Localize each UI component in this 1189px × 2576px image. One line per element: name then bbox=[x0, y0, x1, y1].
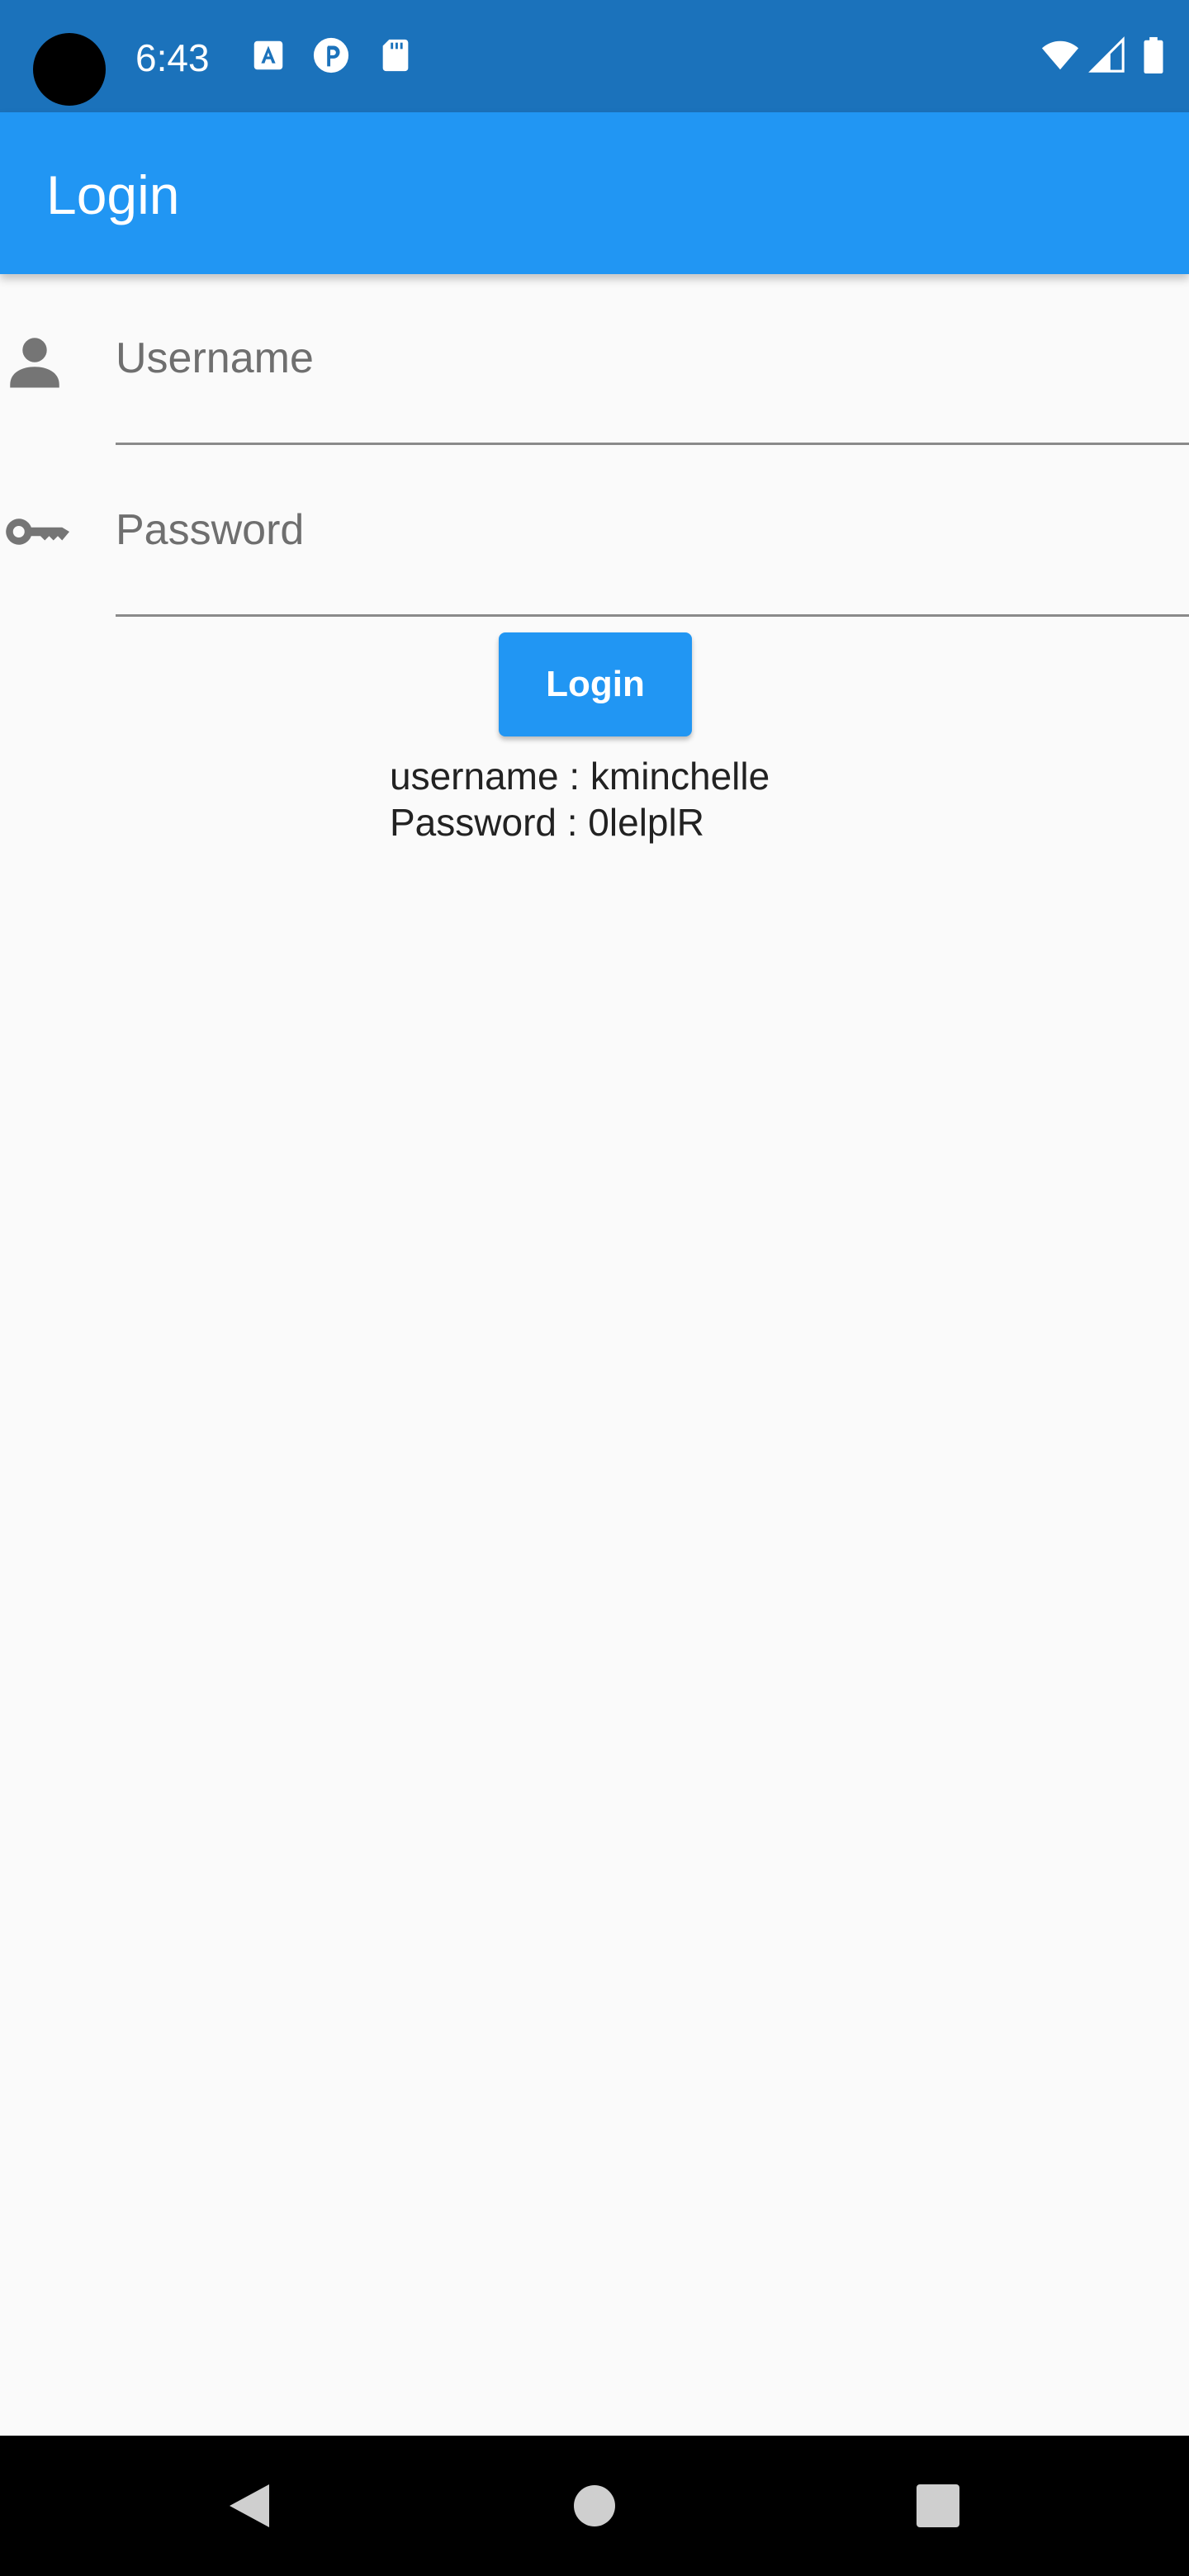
username-input[interactable] bbox=[116, 309, 1189, 408]
person-icon bbox=[0, 327, 69, 396]
cell-signal-icon bbox=[1088, 36, 1126, 74]
page-title: Login bbox=[46, 164, 180, 225]
home-button[interactable] bbox=[528, 2436, 661, 2576]
battery-icon bbox=[1139, 36, 1168, 74]
wifi-icon bbox=[1039, 36, 1082, 74]
app-bar: Login bbox=[0, 112, 1189, 274]
password-underline bbox=[116, 614, 1189, 617]
navigation-bar bbox=[0, 2436, 1189, 2576]
status-bar: 6:43 bbox=[0, 0, 1189, 112]
recents-button[interactable] bbox=[872, 2436, 1004, 2576]
back-button[interactable] bbox=[183, 2436, 315, 2576]
password-input[interactable] bbox=[116, 481, 1189, 580]
password-field-row bbox=[0, 446, 1189, 618]
credentials-hint: username : kminchelle Password : 0lelplR bbox=[390, 753, 770, 845]
username-hint: username : kminchelle bbox=[390, 755, 770, 798]
back-icon bbox=[230, 2484, 269, 2527]
status-time: 6:43 bbox=[135, 36, 210, 79]
sd-card-icon bbox=[377, 36, 414, 74]
login-button[interactable]: Login bbox=[499, 632, 692, 736]
username-field-row bbox=[0, 274, 1189, 446]
password-hint: Password : 0lelplR bbox=[390, 801, 704, 844]
home-icon bbox=[574, 2485, 615, 2526]
key-icon bbox=[0, 497, 69, 566]
font-a-icon bbox=[249, 36, 287, 74]
recents-icon bbox=[917, 2484, 959, 2527]
pinterest-icon bbox=[312, 36, 350, 74]
camera-cutout bbox=[33, 33, 106, 106]
username-underline bbox=[116, 443, 1189, 445]
